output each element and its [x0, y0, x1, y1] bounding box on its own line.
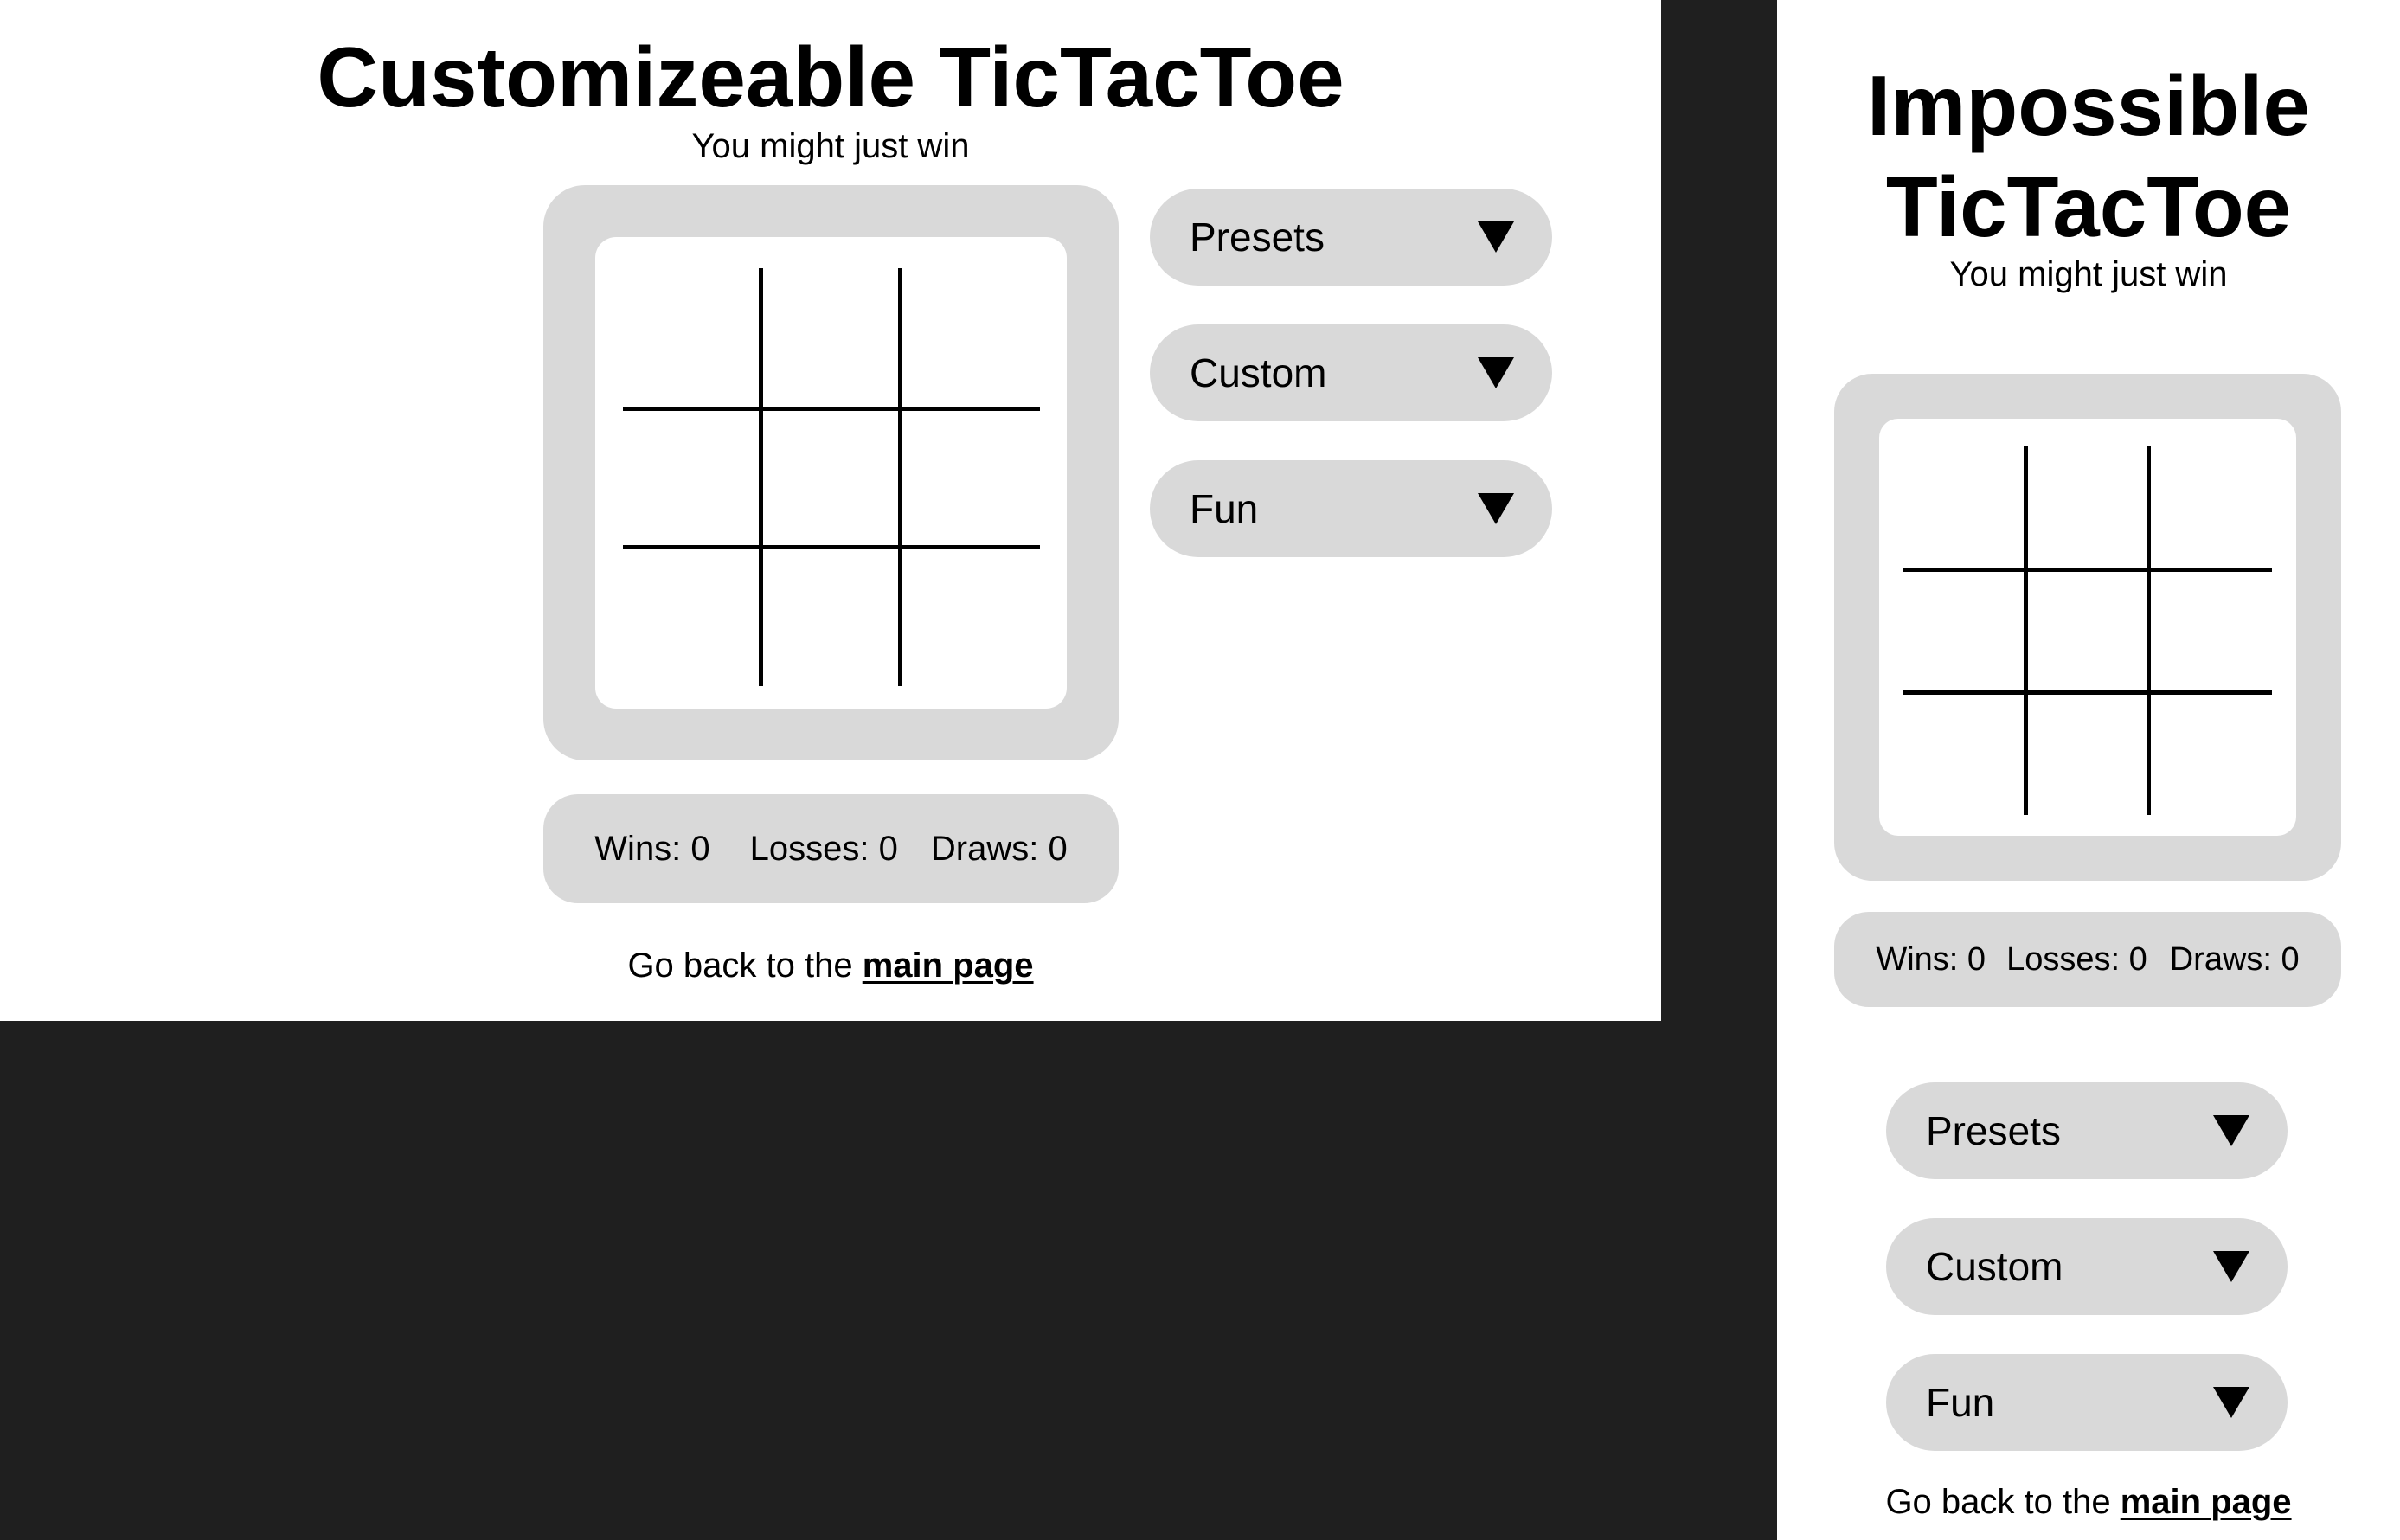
custom-dropdown-label: Custom	[1190, 350, 1327, 395]
triangle-down-icon	[2213, 1251, 2249, 1282]
board-cell-8[interactable]	[2028, 695, 2147, 815]
board-cell-1[interactable]	[1903, 446, 2024, 568]
custom-dropdown-label: Custom	[1926, 1244, 2063, 1289]
page-subtitle: You might just win	[691, 127, 970, 165]
presets-dropdown[interactable]: Presets	[1886, 1082, 2288, 1179]
main-page-link[interactable]: main page	[2121, 1483, 2292, 1521]
board-cell-3[interactable]	[902, 268, 1040, 407]
triangle-down-icon	[1478, 493, 1514, 524]
fun-dropdown[interactable]: Fun	[1886, 1354, 2288, 1451]
fun-dropdown-label: Fun	[1926, 1380, 1995, 1425]
fun-dropdown-label: Fun	[1190, 486, 1259, 531]
main-page-link[interactable]: main page	[863, 946, 1034, 985]
board-cell-3[interactable]	[2151, 446, 2272, 568]
presets-dropdown-label: Presets	[1926, 1108, 2061, 1153]
fun-dropdown[interactable]: Fun	[1150, 460, 1552, 557]
board-cell-2[interactable]	[2028, 446, 2147, 568]
custom-dropdown[interactable]: Custom	[1150, 324, 1552, 421]
page-subtitle: You might just win	[1949, 255, 2228, 293]
page-title-line-1: Impossible	[1867, 58, 2310, 153]
triangle-down-icon	[1478, 357, 1514, 388]
footer-text: Go back to the main page	[0, 941, 1661, 990]
triangle-down-icon	[1478, 221, 1514, 253]
draws-count: Draws: 0	[930, 829, 1068, 868]
board-cell-8[interactable]	[763, 549, 898, 686]
footer-text: Go back to the main page	[1777, 1478, 2400, 1526]
mobile-panel: Impossible TicTacToe You might just win …	[1777, 0, 2400, 1540]
score-panel: Wins: 0 Losses: 0 Draws: 0	[1834, 912, 2341, 1007]
page-title: Impossible TicTacToe	[1777, 55, 2400, 258]
board-cell-4[interactable]	[623, 411, 759, 545]
presets-dropdown-label: Presets	[1190, 215, 1325, 260]
triangle-down-icon	[2213, 1115, 2249, 1146]
triangle-down-icon	[2213, 1387, 2249, 1418]
board-cell-7[interactable]	[1903, 695, 2024, 815]
board-cell-6[interactable]	[902, 411, 1040, 545]
page-title-line-2: TicTacToe	[1885, 159, 2292, 254]
footer-prefix: Go back to the	[627, 946, 863, 985]
score-panel: Wins: 0 Losses: 0 Draws: 0	[543, 794, 1119, 903]
board-cell-5[interactable]	[2028, 572, 2147, 690]
game-board-frame	[1834, 374, 2341, 881]
board-cell-4[interactable]	[1903, 572, 2024, 690]
game-board	[1879, 419, 2296, 836]
presets-dropdown[interactable]: Presets	[1150, 189, 1552, 286]
board-cell-9[interactable]	[2151, 695, 2272, 815]
board-cell-2[interactable]	[763, 268, 898, 407]
footer-prefix: Go back to the	[1885, 1483, 2121, 1521]
board-cell-6[interactable]	[2151, 572, 2272, 690]
draws-count: Draws: 0	[2169, 940, 2300, 978]
page-title: Customizeable TicTacToe	[317, 29, 1344, 125]
wins-count: Wins: 0	[594, 829, 710, 868]
board-cell-7[interactable]	[623, 549, 759, 686]
board-cell-9[interactable]	[902, 549, 1040, 686]
wins-count: Wins: 0	[1876, 940, 1986, 978]
custom-dropdown[interactable]: Custom	[1886, 1218, 2288, 1315]
losses-count: Losses: 0	[749, 829, 898, 868]
desktop-panel: Customizeable TicTacToe You might just w…	[0, 0, 1661, 1021]
board-cell-5[interactable]	[763, 411, 898, 545]
game-board	[595, 237, 1067, 709]
losses-count: Losses: 0	[2006, 940, 2147, 978]
board-cell-1[interactable]	[623, 268, 759, 407]
game-board-frame	[543, 185, 1119, 760]
